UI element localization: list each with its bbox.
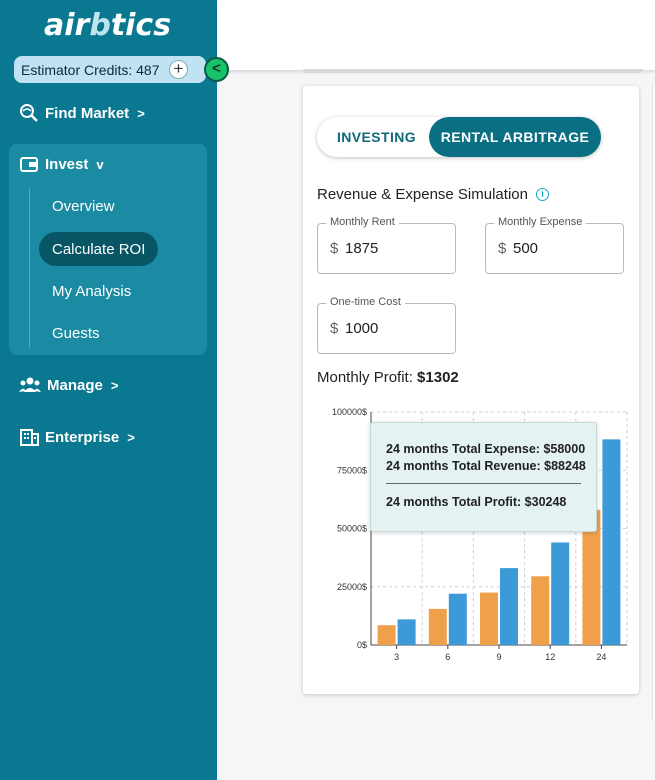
x-tick-label: 24	[596, 652, 606, 662]
monthly-rent-field[interactable]: Monthly Rent $ 1875	[317, 216, 456, 274]
nav-manage-label: Manage	[47, 376, 103, 394]
add-credits-icon[interactable]: +	[169, 60, 188, 79]
tooltip-revenue: 24 months Total Revenue: $88248	[386, 459, 586, 473]
wallet-icon	[20, 157, 38, 172]
nav-my-analysis[interactable]: My Analysis	[52, 283, 131, 300]
nav-find-market[interactable]: Find Market >	[19, 103, 145, 123]
y-tick-label: 50000$	[337, 524, 367, 534]
logo-text-suffix: tics	[110, 8, 172, 43]
y-tick-label: 25000$	[337, 582, 367, 592]
revenue-bar	[448, 593, 467, 645]
tooltip-profit: 24 months Total Profit: $30248	[386, 495, 567, 509]
top-panel-edge	[303, 69, 643, 73]
nav-enterprise-label: Enterprise	[45, 428, 120, 446]
monthly-expense-field[interactable]: Monthly Expense $ 500	[485, 216, 624, 274]
expense-bar	[480, 592, 498, 645]
simulation-title: Revenue & Expense Simulation i	[317, 186, 549, 203]
tab-rental-arbitrage[interactable]: RENTAL ARBITRAGE	[429, 117, 601, 157]
revenue-bar	[602, 439, 621, 645]
y-tick-label: 0$	[357, 640, 367, 650]
monthly-rent-value: 1875	[345, 240, 379, 257]
monthly-profit-value: $1302	[417, 369, 459, 386]
tooltip-expense: 24 months Total Expense: $58000	[386, 442, 586, 456]
x-tick-label: 3	[394, 652, 399, 662]
nav-find-market-label: Find Market	[45, 104, 130, 122]
credits-label: Estimator Credits: 487	[21, 61, 160, 78]
chart-tooltip: 24 months Total Expense: $58000 24 month…	[370, 422, 597, 532]
logo-text-prefix: air	[44, 8, 90, 43]
currency-symbol: $	[498, 240, 507, 257]
nav-enterprise[interactable]: Enterprise >	[19, 427, 135, 447]
revenue-bar	[397, 619, 416, 645]
chevron-down-icon: v	[96, 156, 104, 172]
tab-investing[interactable]: INVESTING	[337, 129, 416, 145]
nav-invest-label: Invest	[45, 155, 89, 173]
revenue-bar	[551, 542, 570, 645]
monthly-profit: Monthly Profit: $1302	[317, 369, 459, 386]
nav-overview[interactable]: Overview	[52, 198, 115, 215]
airbotics-logo[interactable]: airbtics	[44, 8, 171, 43]
currency-symbol: $	[330, 320, 339, 337]
nav-manage[interactable]: Manage >	[19, 376, 118, 394]
x-tick-label: 9	[496, 652, 501, 662]
submenu-line	[29, 188, 30, 348]
roi-card: INVESTING RENTAL ARBITRAGE Revenue & Exp…	[303, 86, 639, 694]
revenue-bar	[500, 568, 518, 645]
estimator-credits: Estimator Credits: 487 +	[14, 56, 206, 83]
monthly-rent-label: Monthly Rent	[326, 216, 399, 228]
x-tick-label: 6	[445, 652, 450, 662]
one-time-cost-field[interactable]: One-time Cost $ 1000	[317, 296, 456, 354]
simulation-title-text: Revenue & Expense Simulation	[317, 186, 528, 203]
nav-guests[interactable]: Guests	[52, 325, 100, 342]
one-time-cost-label: One-time Cost	[326, 296, 405, 308]
chevron-right-icon: >	[137, 105, 145, 121]
search-globe-icon	[20, 104, 38, 122]
x-tick-label: 12	[545, 652, 555, 662]
monthly-profit-label: Monthly Profit:	[317, 369, 413, 386]
nav-calculate-roi[interactable]: Calculate ROI	[52, 241, 145, 258]
logo-text-mid: b	[89, 8, 111, 43]
top-bar	[217, 0, 655, 70]
sidebar: airbtics Estimator Credits: 487 + Find M…	[0, 0, 217, 780]
monthly-expense-label: Monthly Expense	[494, 216, 587, 228]
tooltip-divider	[386, 483, 581, 484]
info-icon[interactable]: i	[535, 188, 549, 201]
y-tick-label: 100000$	[332, 407, 367, 417]
chevron-right-icon: >	[110, 377, 119, 393]
y-tick-label: 75000$	[337, 465, 367, 475]
one-time-cost-value: 1000	[345, 320, 379, 337]
mode-toggle: INVESTING RENTAL ARBITRAGE	[317, 117, 601, 157]
expense-bar	[531, 576, 550, 645]
building-icon	[20, 429, 39, 446]
currency-symbol: $	[330, 240, 339, 257]
expense-bar	[377, 625, 396, 645]
people-icon	[19, 377, 41, 392]
collapse-sidebar-button[interactable]: <	[204, 57, 229, 82]
nav-invest[interactable]: Invest v	[19, 154, 104, 174]
chevron-right-icon: >	[127, 429, 135, 445]
expense-bar	[428, 608, 447, 645]
monthly-expense-value: 500	[513, 240, 539, 257]
